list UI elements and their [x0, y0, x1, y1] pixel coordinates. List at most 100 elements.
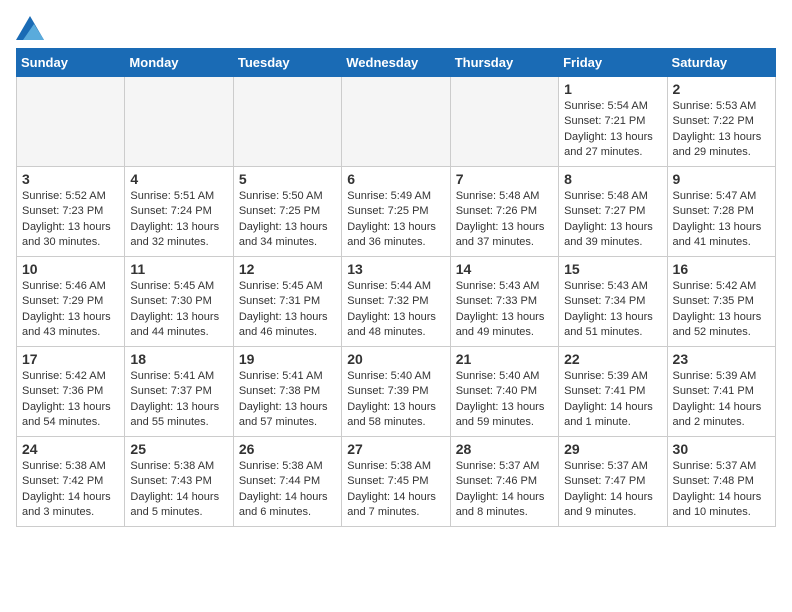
day-number: 6 [347, 171, 444, 187]
calendar-cell: 14Sunrise: 5:43 AMSunset: 7:33 PMDayligh… [450, 257, 558, 347]
weekday-header-wednesday: Wednesday [342, 49, 450, 77]
day-number: 14 [456, 261, 553, 277]
calendar-cell: 25 Sunrise: 5:38 AMSunset: 7:43 PMDayligh… [125, 437, 233, 527]
day-info: Sunrise: 5:38 AMSunset: 7:43 PMDaylight:… [130, 459, 227, 521]
day-info: Sunrise: 5:37 AMSunset: 7:46 PMDaylight:… [456, 459, 553, 521]
day-info: Sunrise: 5:44 AMSunset: 7:32 PMDaylight:… [347, 279, 444, 341]
weekday-header-monday: Monday [125, 49, 233, 77]
weekday-header-thursday: Thursday [450, 49, 558, 77]
day-number: 11 [130, 261, 227, 277]
day-number: 16 [673, 261, 770, 277]
day-info: Sunrise: 5:41 AMSunset: 7:37 PMDaylight:… [130, 369, 227, 431]
calendar-cell: 8 Sunrise: 5:48 AMSunset: 7:27 PMDaylight… [559, 167, 667, 257]
day-info: Sunrise: 5:49 AMSunset: 7:25 PMDaylight:… [347, 189, 444, 251]
calendar-week-row: 1 Sunrise: 5:54 AMSunset: 7:21 PMDaylight… [17, 77, 776, 167]
calendar-cell [233, 77, 341, 167]
day-number: 28 [456, 441, 553, 457]
calendar-cell [450, 77, 558, 167]
day-number: 24 [22, 441, 119, 457]
day-info: Sunrise: 5:46 AMSunset: 7:29 PMDaylight:… [22, 279, 119, 341]
weekday-header-row: SundayMondayTuesdayWednesdayThursdayFrid… [17, 49, 776, 77]
calendar-week-row: 10 Sunrise: 5:46 AMSunset: 7:29 PMDayligh… [17, 257, 776, 347]
calendar-cell: 12 Sunrise: 5:45 AMSunset: 7:31 PMDayligh… [233, 257, 341, 347]
calendar-cell: 23Sunrise: 5:39 AMSunset: 7:41 PMDayligh… [667, 347, 775, 437]
calendar-cell: 28 Sunrise: 5:37 AMSunset: 7:46 PMDayligh… [450, 437, 558, 527]
day-info: Sunrise: 5:42 AMSunset: 7:35 PMDaylight:… [673, 279, 770, 341]
day-number: 10 [22, 261, 119, 277]
day-number: 9 [673, 171, 770, 187]
weekday-header-sunday: Sunday [17, 49, 125, 77]
logo-icon [16, 16, 44, 40]
calendar-cell: 10 Sunrise: 5:46 AMSunset: 7:29 PMDayligh… [17, 257, 125, 347]
calendar-week-row: 3 Sunrise: 5:52 AMSunset: 7:23 PMDaylight… [17, 167, 776, 257]
day-info: Sunrise: 5:45 AMSunset: 7:30 PMDaylight:… [130, 279, 227, 341]
calendar-week-row: 17 Sunrise: 5:42 AMSunset: 7:36 PMDayligh… [17, 347, 776, 437]
day-info: Sunrise: 5:50 AMSunset: 7:25 PMDaylight:… [239, 189, 336, 251]
page-header [16, 16, 776, 40]
day-number: 29 [564, 441, 661, 457]
weekday-header-saturday: Saturday [667, 49, 775, 77]
calendar-cell [125, 77, 233, 167]
day-info: Sunrise: 5:38 AMSunset: 7:44 PMDaylight:… [239, 459, 336, 521]
day-info: Sunrise: 5:48 AMSunset: 7:27 PMDaylight:… [564, 189, 661, 251]
calendar-cell: 3 Sunrise: 5:52 AMSunset: 7:23 PMDaylight… [17, 167, 125, 257]
day-info: Sunrise: 5:47 AMSunset: 7:28 PMDaylight:… [673, 189, 770, 251]
calendar-table: SundayMondayTuesdayWednesdayThursdayFrid… [16, 48, 776, 527]
day-info: Sunrise: 5:48 AMSunset: 7:26 PMDaylight:… [456, 189, 553, 251]
day-number: 7 [456, 171, 553, 187]
calendar-cell: 18Sunrise: 5:41 AMSunset: 7:37 PMDayligh… [125, 347, 233, 437]
day-number: 3 [22, 171, 119, 187]
calendar-cell: 11 Sunrise: 5:45 AMSunset: 7:30 PMDayligh… [125, 257, 233, 347]
day-number: 8 [564, 171, 661, 187]
day-info: Sunrise: 5:51 AMSunset: 7:24 PMDaylight:… [130, 189, 227, 251]
day-info: Sunrise: 5:45 AMSunset: 7:31 PMDaylight:… [239, 279, 336, 341]
day-number: 30 [673, 441, 770, 457]
logo [16, 16, 48, 40]
calendar-cell: 1 Sunrise: 5:54 AMSunset: 7:21 PMDaylight… [559, 77, 667, 167]
calendar-cell: 17 Sunrise: 5:42 AMSunset: 7:36 PMDayligh… [17, 347, 125, 437]
day-info: Sunrise: 5:43 AMSunset: 7:34 PMDaylight:… [564, 279, 661, 341]
calendar-cell: 27 Sunrise: 5:38 AMSunset: 7:45 PMDayligh… [342, 437, 450, 527]
calendar-cell: 6 Sunrise: 5:49 AMSunset: 7:25 PMDaylight… [342, 167, 450, 257]
day-info: Sunrise: 5:39 AMSunset: 7:41 PMDaylight:… [564, 369, 661, 431]
day-number: 26 [239, 441, 336, 457]
day-info: Sunrise: 5:37 AMSunset: 7:48 PMDaylight:… [673, 459, 770, 521]
day-info: Sunrise: 5:42 AMSunset: 7:36 PMDaylight:… [22, 369, 119, 431]
calendar-cell: 30 Sunrise: 5:37 AMSunset: 7:48 PMDayligh… [667, 437, 775, 527]
calendar-cell: 4 Sunrise: 5:51 AMSunset: 7:24 PMDaylight… [125, 167, 233, 257]
calendar-cell: 21 Sunrise: 5:40 AMSunset: 7:40 PMDayligh… [450, 347, 558, 437]
day-number: 5 [239, 171, 336, 187]
calendar-cell: 5 Sunrise: 5:50 AMSunset: 7:25 PMDaylight… [233, 167, 341, 257]
day-info: Sunrise: 5:41 AMSunset: 7:38 PMDaylight:… [239, 369, 336, 431]
day-number: 19 [239, 351, 336, 367]
calendar-cell [342, 77, 450, 167]
day-info: Sunrise: 5:52 AMSunset: 7:23 PMDaylight:… [22, 189, 119, 251]
day-info: Sunrise: 5:39 AMSunset: 7:41 PMDaylight:… [673, 369, 770, 431]
weekday-header-friday: Friday [559, 49, 667, 77]
calendar-cell: 7 Sunrise: 5:48 AMSunset: 7:26 PMDaylight… [450, 167, 558, 257]
day-number: 4 [130, 171, 227, 187]
day-number: 25 [130, 441, 227, 457]
calendar-cell: 29 Sunrise: 5:37 AMSunset: 7:47 PMDayligh… [559, 437, 667, 527]
day-number: 1 [564, 81, 661, 97]
day-info: Sunrise: 5:54 AMSunset: 7:21 PMDaylight:… [564, 99, 661, 161]
calendar-cell: 24 Sunrise: 5:38 AMSunset: 7:42 PMDayligh… [17, 437, 125, 527]
day-info: Sunrise: 5:38 AMSunset: 7:42 PMDaylight:… [22, 459, 119, 521]
day-number: 17 [22, 351, 119, 367]
calendar-cell [17, 77, 125, 167]
day-number: 13 [347, 261, 444, 277]
calendar-cell: 20Sunrise: 5:40 AMSunset: 7:39 PMDayligh… [342, 347, 450, 437]
day-info: Sunrise: 5:40 AMSunset: 7:40 PMDaylight:… [456, 369, 553, 431]
day-number: 21 [456, 351, 553, 367]
day-number: 12 [239, 261, 336, 277]
calendar-week-row: 24 Sunrise: 5:38 AMSunset: 7:42 PMDayligh… [17, 437, 776, 527]
day-info: Sunrise: 5:37 AMSunset: 7:47 PMDaylight:… [564, 459, 661, 521]
calendar-cell: 22 Sunrise: 5:39 AMSunset: 7:41 PMDayligh… [559, 347, 667, 437]
calendar-cell: 15Sunrise: 5:43 AMSunset: 7:34 PMDayligh… [559, 257, 667, 347]
day-number: 22 [564, 351, 661, 367]
day-info: Sunrise: 5:53 AMSunset: 7:22 PMDaylight:… [673, 99, 770, 161]
day-number: 27 [347, 441, 444, 457]
weekday-header-tuesday: Tuesday [233, 49, 341, 77]
calendar-cell: 26 Sunrise: 5:38 AMSunset: 7:44 PMDayligh… [233, 437, 341, 527]
day-info: Sunrise: 5:38 AMSunset: 7:45 PMDaylight:… [347, 459, 444, 521]
